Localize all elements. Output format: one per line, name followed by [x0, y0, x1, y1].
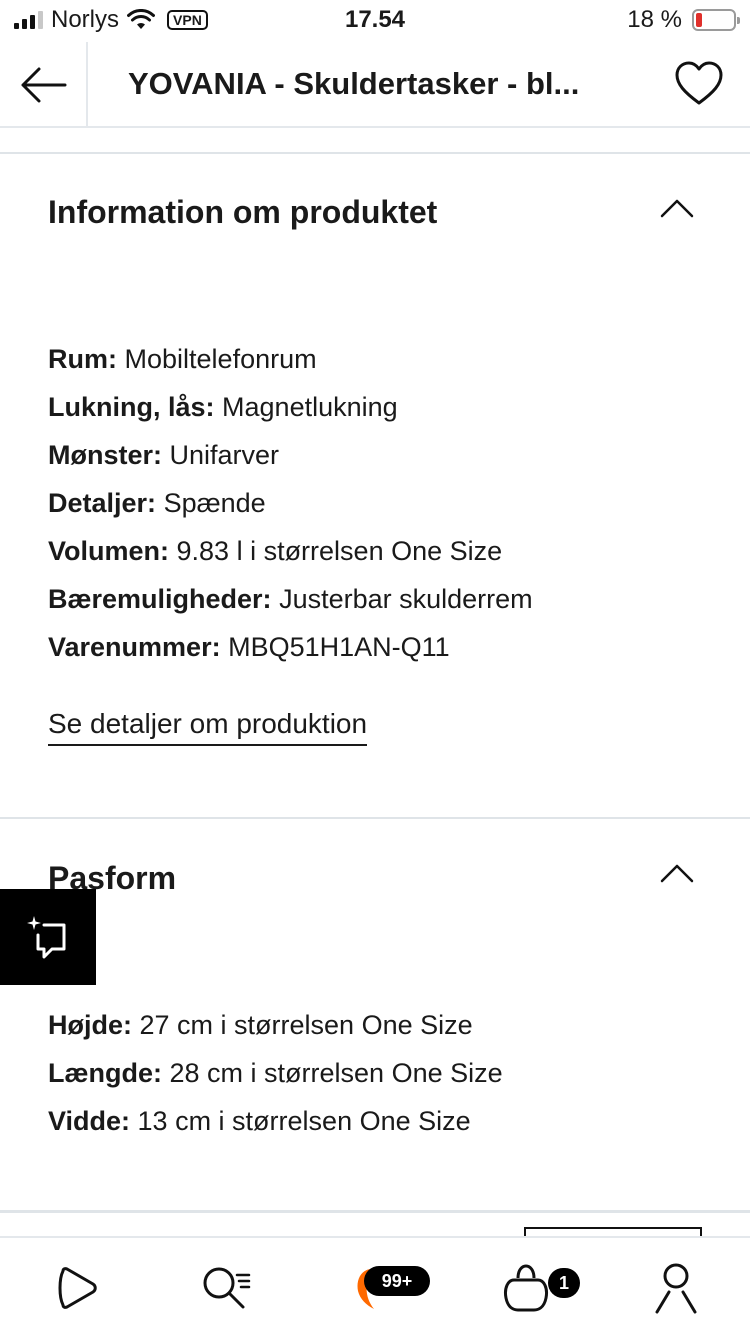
nav-home[interactable] — [46, 1260, 106, 1316]
heart-icon — [675, 61, 723, 105]
attribute-row: Rum: Mobiltelefonrum — [48, 335, 533, 383]
attribute-value: MBQ51H1AN-Q11 — [228, 632, 450, 662]
back-button[interactable] — [0, 42, 88, 128]
nav-bag[interactable] — [496, 1260, 556, 1316]
attribute-key: Bæremuligheder: — [48, 584, 272, 614]
attribute-value: 27 cm i størrelsen One Size — [139, 1010, 473, 1040]
attribute-row: Højde: 27 cm i størrelsen One Size — [48, 1001, 503, 1049]
nav-profile[interactable] — [646, 1260, 706, 1316]
bag-badge: 1 — [548, 1268, 580, 1298]
attribute-key: Vidde: — [48, 1106, 131, 1136]
attribute-key: Mønster: — [48, 440, 162, 470]
attribute-key: Varenummer: — [48, 632, 221, 662]
app-header: YOVANIA - Skuldertasker - bl... — [0, 42, 750, 128]
battery-percent: 18 % — [627, 6, 682, 33]
attribute-value: Unifarver — [169, 440, 280, 470]
bag-icon — [504, 1264, 548, 1312]
profile-icon — [655, 1263, 697, 1314]
attribute-key: Detaljer: — [48, 488, 157, 518]
feedback-widget-button[interactable] — [0, 889, 96, 985]
nav-search[interactable] — [196, 1260, 256, 1316]
attribute-row: Volumen: 9.83 l i størrelsen One Size — [48, 527, 533, 575]
attribute-row: Mønster: Unifarver — [48, 431, 533, 479]
battery-icon — [692, 9, 740, 31]
attribute-value: Justerbar skulderrem — [279, 584, 533, 614]
page-title: YOVANIA - Skuldertasker - bl... — [128, 66, 580, 101]
bottom-navigation: 99+ 1 — [0, 1236, 750, 1334]
fit-attributes: Højde: 27 cm i størrelsen One Size Længd… — [48, 1001, 503, 1145]
attribute-key: Volumen: — [48, 536, 169, 566]
attribute-key: Lukning, lås: — [48, 392, 215, 422]
chevron-up-icon[interactable] — [660, 198, 694, 218]
attribute-value: Spænde — [163, 488, 266, 518]
attribute-row: Vidde: 13 cm i størrelsen One Size — [48, 1097, 503, 1145]
status-right: 18 % — [627, 6, 740, 34]
favorite-button[interactable] — [674, 60, 724, 110]
attribute-row: Varenummer: MBQ51H1AN-Q11 — [48, 623, 533, 671]
sparkle-frame-icon — [27, 916, 66, 959]
product-attributes: Rum: Mobiltelefonrum Lukning, lås: Magne… — [48, 335, 533, 671]
arrow-left-icon — [21, 67, 67, 103]
production-details-link[interactable]: Se detaljer om produktion — [48, 708, 368, 746]
attribute-key: Længde: — [48, 1058, 162, 1088]
chevron-up-icon[interactable] — [660, 863, 694, 883]
status-bar: Norlys VPN 17.54 18 % — [0, 0, 750, 40]
attribute-value: Mobiltelefonrum — [124, 344, 317, 374]
attribute-value: 13 cm i størrelsen One Size — [137, 1106, 471, 1136]
attribute-row: Detaljer: Spænde — [48, 479, 533, 527]
attribute-value: 9.83 l i størrelsen One Size — [176, 536, 503, 566]
attribute-value: 28 cm i størrelsen One Size — [169, 1058, 503, 1088]
attribute-row: Lukning, lås: Magnetlukning — [48, 383, 533, 431]
offers-badge: 99+ — [364, 1266, 430, 1296]
home-play-icon — [58, 1267, 97, 1309]
section-divider — [0, 817, 750, 819]
attribute-value: Magnetlukning — [222, 392, 398, 422]
attribute-row: Bæremuligheder: Justerbar skulderrem — [48, 575, 533, 623]
product-info-title[interactable]: Information om produktet — [48, 194, 437, 231]
attribute-key: Højde: — [48, 1010, 132, 1040]
attribute-key: Rum: — [48, 344, 117, 374]
section-divider — [0, 1210, 750, 1213]
attribute-row: Længde: 28 cm i størrelsen One Size — [48, 1049, 503, 1097]
battery-level — [696, 13, 703, 27]
search-list-icon — [203, 1267, 251, 1309]
section-divider — [0, 152, 750, 154]
